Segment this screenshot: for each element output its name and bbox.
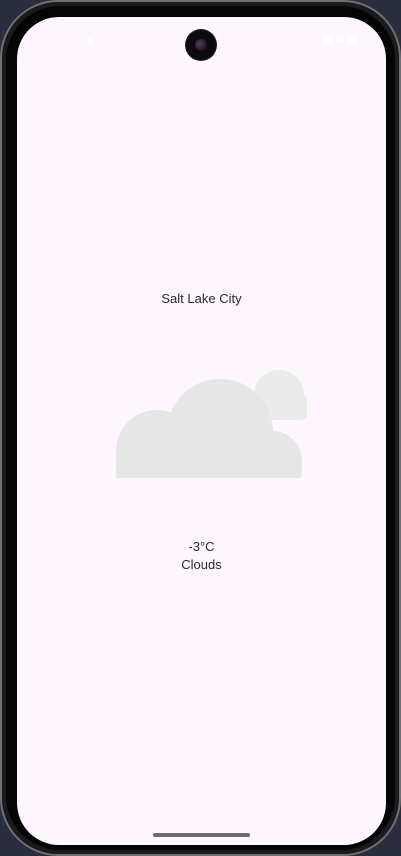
- signal-icon: [336, 35, 344, 43]
- home-indicator[interactable]: [153, 833, 250, 837]
- app-screen: Salt Lake City -3°C Clouds: [17, 17, 386, 845]
- cloud-icon: [116, 370, 307, 478]
- status-icons: [324, 35, 356, 43]
- battery-icon: [348, 35, 356, 43]
- notification-icon: [87, 38, 93, 44]
- city-name: Salt Lake City: [161, 291, 242, 306]
- front-camera: [186, 30, 216, 60]
- wifi-icon: [324, 35, 332, 43]
- phone-frame: Salt Lake City -3°C Clouds: [0, 0, 401, 856]
- temperature: -3°C: [188, 539, 215, 554]
- weather-condition: Clouds: [181, 557, 222, 572]
